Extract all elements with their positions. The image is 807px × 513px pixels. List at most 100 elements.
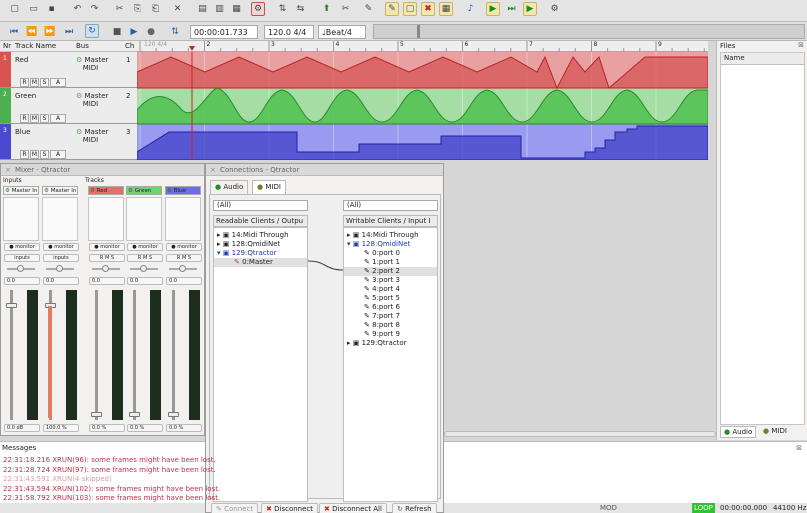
port-item[interactable]: ✎ 4:port 4 — [364, 285, 400, 294]
writable-clients-tree[interactable]: ▸ ▣ 14:Midi Through ▾ ▣ 128:QmidiNet ✎ 0… — [343, 227, 438, 502]
pan-slider[interactable] — [130, 265, 158, 272]
panel-close-icon[interactable]: ⊠ — [798, 41, 804, 49]
route-button[interactable]: R M S — [89, 254, 125, 262]
loop-icon[interactable]: ▶ — [523, 2, 537, 16]
gain-spin[interactable]: 0.0 — [166, 277, 202, 285]
position-slider[interactable] — [373, 24, 805, 39]
strip-name[interactable]: ⚙ Red — [88, 186, 124, 195]
route-button[interactable]: R M S — [166, 254, 202, 262]
pan-knob[interactable] — [56, 265, 63, 272]
time-display[interactable]: 00:00:01.733 — [190, 25, 258, 39]
pan-knob[interactable] — [140, 265, 147, 272]
messages-close-icon[interactable]: ⊠ — [796, 444, 802, 452]
settings-icon[interactable]: ⚙ — [548, 3, 561, 16]
tools-icon[interactable]: ✕ — [171, 3, 184, 16]
record-button[interactable]: R — [20, 78, 29, 87]
tempo-field[interactable]: 120.0 4/4 — [264, 25, 314, 39]
monitor-button[interactable]: ● monitor — [89, 243, 125, 251]
fader-handle[interactable] — [91, 412, 102, 417]
fader-track[interactable] — [10, 290, 13, 420]
connect-button[interactable]: ✎ Connect — [211, 503, 259, 513]
timeline-ruler[interactable]: 120 4/4 23456789 — [137, 41, 708, 52]
tab-midi-files[interactable]: ● MIDI — [760, 426, 790, 436]
right-filter-select[interactable]: (All) — [343, 200, 438, 211]
edit-icon[interactable]: ✎ — [362, 3, 375, 16]
scissors-icon[interactable]: ✂ — [339, 3, 352, 16]
play-icon[interactable]: ▶ — [128, 26, 140, 38]
pan-slider[interactable] — [169, 265, 197, 272]
track-bus[interactable]: ⚙ Master MIDI — [76, 92, 108, 108]
save-icon[interactable]: ▪ — [45, 3, 58, 16]
disconnect-button[interactable]: ✖ Disconnect — [261, 503, 318, 513]
mute-button[interactable]: M — [30, 78, 39, 87]
monitor-button[interactable]: ● monitor — [127, 243, 163, 251]
mute-button[interactable]: M — [30, 150, 39, 159]
automation-button[interactable]: A — [50, 150, 66, 159]
port-item[interactable]: ✎ 5:port 5 — [364, 294, 400, 303]
skip-icon[interactable]: ⏭ — [505, 3, 518, 16]
route-button[interactable]: R M S — [127, 254, 163, 262]
pan-knob[interactable] — [179, 265, 186, 272]
tab-audio-files[interactable]: ● Audio — [720, 426, 757, 438]
port-item[interactable]: ✎ 0:port 0 — [364, 249, 400, 258]
client-item[interactable]: ▸ ▣ 14:Midi Through — [347, 231, 419, 240]
strip-name[interactable]: ⚙ Master In — [42, 186, 78, 195]
monitor-button[interactable]: ● monitor — [43, 243, 79, 251]
gain-spin[interactable]: 0.0 — [4, 277, 40, 285]
strip-plugins[interactable] — [42, 197, 78, 241]
fader-track[interactable] — [172, 290, 175, 420]
new-file-icon[interactable]: ▢ — [8, 3, 21, 16]
pan-slider[interactable] — [92, 265, 120, 272]
client-item[interactable]: ▾ ▣ 128:QmidiNet — [347, 240, 410, 249]
solo-button[interactable]: S — [40, 78, 49, 87]
track-remove-icon[interactable]: ▥ — [213, 3, 226, 16]
fader-handle[interactable] — [6, 303, 17, 308]
fast-forward-icon[interactable]: ⏩ — [44, 26, 56, 38]
fader-handle[interactable] — [129, 412, 140, 417]
record-button[interactable]: R — [20, 150, 29, 159]
files-list[interactable]: Name — [720, 52, 805, 425]
lanes-hscroll[interactable] — [444, 431, 716, 437]
gain-spin[interactable]: 0.0 — [127, 277, 163, 285]
automation-button[interactable]: A — [50, 78, 66, 87]
route-button[interactable]: inputs — [43, 254, 79, 262]
mute-button[interactable]: M — [30, 114, 39, 123]
open-file-icon[interactable]: ▭ — [27, 3, 40, 16]
record-mark-icon[interactable]: ✖ — [421, 2, 435, 16]
track-row-1[interactable]: 1 Red ⚙ Master MIDI 1 RMSA — [0, 52, 137, 88]
snap-select[interactable]: ♩Beat/4 — [318, 25, 366, 39]
copy-icon[interactable]: ⎘ — [131, 3, 144, 16]
export-icon[interactable]: ⬆ — [320, 3, 333, 16]
disconnect-all-button[interactable]: ✖ Disconnect All — [319, 503, 387, 513]
port-item[interactable]: ✎ 1:port 1 — [364, 258, 400, 267]
paste-icon[interactable]: ⎗ — [149, 3, 162, 16]
position-slider-handle[interactable] — [417, 25, 420, 38]
track-add-icon[interactable]: ▤ — [196, 3, 209, 16]
sync-icon[interactable]: ⇅ — [276, 3, 289, 16]
loop-toggle-icon[interactable]: ↻ — [85, 24, 99, 38]
readable-clients-tree[interactable]: ▸ ▣ 14:Midi Through ▸ ▣ 128:QmidiNet ▾ ▣… — [213, 227, 308, 502]
strip-plugins[interactable] — [126, 197, 162, 241]
punch-icon[interactable]: ⇅ — [169, 26, 181, 38]
strip-name[interactable]: ⚙ Green — [126, 186, 162, 195]
monitor-button[interactable]: ● monitor — [166, 243, 202, 251]
pan-slider[interactable] — [7, 265, 35, 272]
strip-plugins[interactable] — [165, 197, 201, 241]
snap-icon[interactable]: ⇆ — [294, 3, 307, 16]
gain-spin[interactable]: 0.0 — [89, 277, 125, 285]
fader-track[interactable] — [133, 290, 136, 420]
port-item-selected[interactable]: ✎ 2:port 2 — [344, 267, 437, 276]
port-item[interactable]: ✎ 7:port 7 — [364, 312, 400, 321]
track-row-3[interactable]: 3 Blue ⚙ Master MIDI 3 RMSA — [0, 124, 137, 160]
client-item[interactable]: ▸ ▣ 14:Midi Through — [217, 231, 289, 240]
gain-spin[interactable]: 0.0 — [43, 277, 79, 285]
port-item[interactable]: ✎ 3:port 3 — [364, 276, 400, 285]
pan-knob[interactable] — [17, 265, 24, 272]
files-column-header[interactable]: Name — [721, 53, 804, 65]
rewind-icon[interactable]: ⏪ — [26, 26, 38, 38]
fader-track[interactable] — [95, 290, 98, 420]
tab-midi[interactable]: ● MIDI — [252, 180, 286, 194]
track-bus[interactable]: ⚙ Master MIDI — [76, 56, 108, 72]
pan-knob[interactable] — [102, 265, 109, 272]
track-lanes[interactable] — [136, 52, 709, 161]
